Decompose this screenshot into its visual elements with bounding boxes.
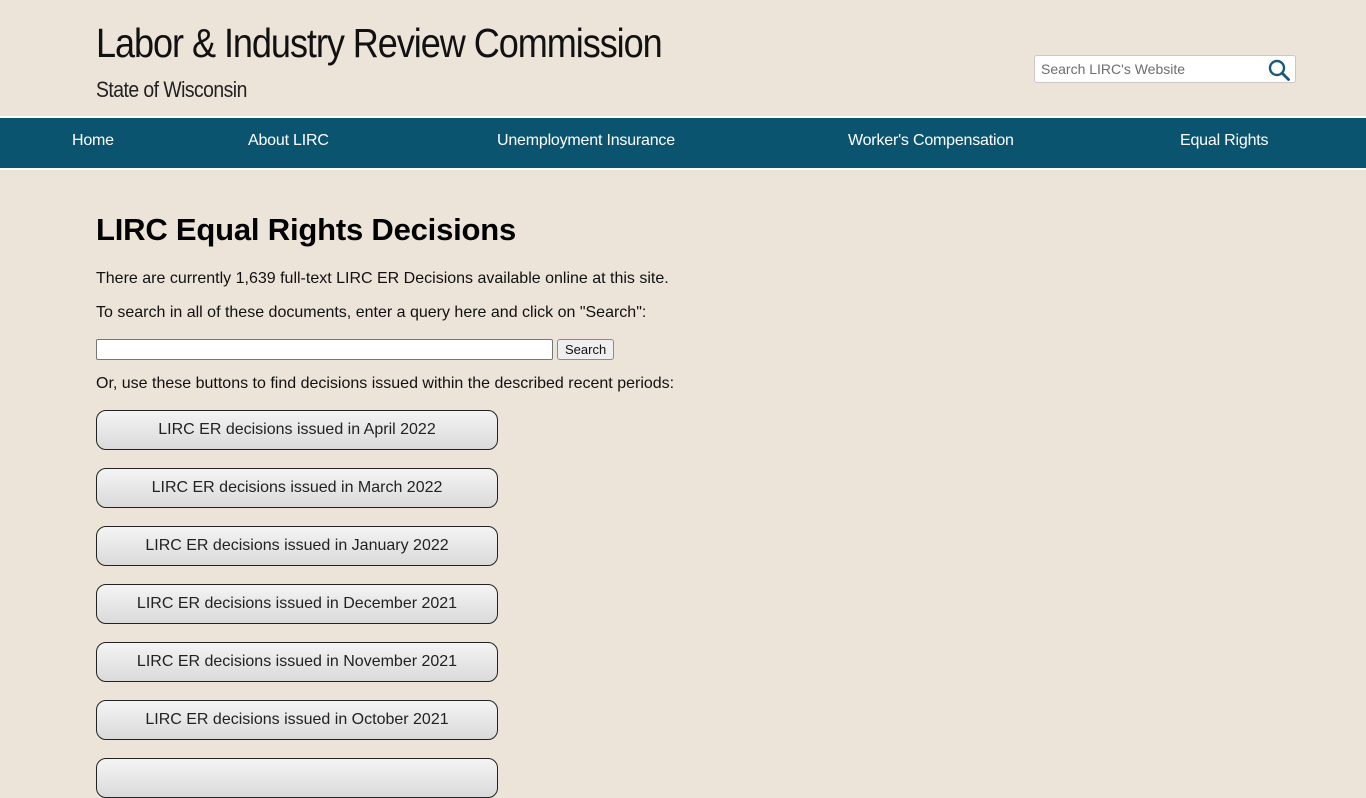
nav-equal-rights[interactable]: Equal Rights <box>1180 118 1269 168</box>
period-button-december-2021[interactable]: LIRC ER decisions issued in December 202… <box>96 584 498 624</box>
site-subtitle: State of Wisconsin <box>96 77 247 102</box>
search-prompt: To search in all of these documents, ent… <box>96 304 647 321</box>
site-search-box <box>1034 55 1296 83</box>
period-button-october-2021[interactable]: LIRC ER decisions issued in October 2021 <box>96 700 498 740</box>
nav-unemployment-insurance[interactable]: Unemployment Insurance <box>497 118 675 168</box>
query-input[interactable] <box>96 339 553 360</box>
site-search-input[interactable] <box>1035 57 1267 81</box>
query-form: Search <box>96 339 615 360</box>
period-button-march-2022[interactable]: LIRC ER decisions issued in March 2022 <box>96 468 498 508</box>
search-icon[interactable] <box>1267 58 1291 82</box>
main-nav: Home About LIRC Unemployment Insurance W… <box>0 116 1366 170</box>
search-button[interactable]: Search <box>557 339 615 360</box>
intro-text: There are currently 1,639 full-text LIRC… <box>96 270 669 287</box>
nav-workers-compensation[interactable]: Worker's Compensation <box>848 118 1014 168</box>
period-button-january-2022[interactable]: LIRC ER decisions issued in January 2022 <box>96 526 498 566</box>
page-title: LIRC Equal Rights Decisions <box>96 212 517 247</box>
period-button-partial[interactable] <box>96 758 498 798</box>
period-button-november-2021[interactable]: LIRC ER decisions issued in November 202… <box>96 642 498 682</box>
site-header: Labor & Industry Review Commission State… <box>0 0 1366 116</box>
nav-home[interactable]: Home <box>72 118 114 168</box>
main-content: LIRC Equal Rights Decisions There are cu… <box>96 210 896 798</box>
periods-prompt: Or, use these buttons to find decisions … <box>96 375 675 392</box>
nav-about-lirc[interactable]: About LIRC <box>248 118 329 168</box>
period-button-april-2022[interactable]: LIRC ER decisions issued in April 2022 <box>96 410 498 450</box>
site-title[interactable]: Labor & Industry Review Commission <box>96 20 663 67</box>
